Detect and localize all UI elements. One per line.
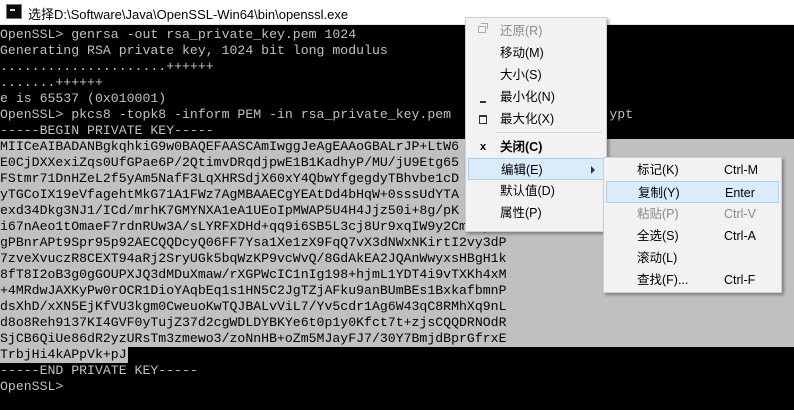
console-line: .......++++++: [0, 75, 103, 90]
console-line: Generating RSA private key, 1024 bit lon…: [0, 43, 388, 58]
edit-submenu: 标记(K) Ctrl-M 复制(Y) Enter 粘贴(P) Ctrl-V 全选…: [603, 157, 782, 293]
minimize-icon: [480, 101, 486, 103]
menu-shortcut: Ctrl-V: [724, 207, 756, 221]
selected-line: dsXhD/xXN5EjKfVU3kgm0CweuoKwTQJBALvViL7/…: [0, 299, 794, 315]
menu-item-label: 默认值(D): [500, 184, 555, 198]
menu-item-label: 移动(M): [500, 46, 544, 60]
menu-item-label: 还原(R): [500, 24, 543, 38]
menu-item-maximize[interactable]: 最大化(X): [468, 108, 604, 130]
menu-item-restore[interactable]: 还原(R): [468, 20, 604, 42]
selected-line: TrbjHi4kAPpVk+pJ: [0, 347, 128, 363]
menu-item-copy[interactable]: 复制(Y) Enter: [606, 181, 779, 203]
menu-item-edit[interactable]: 编辑(E): [468, 158, 604, 180]
menu-item-mark[interactable]: 标记(K) Ctrl-M: [606, 159, 779, 181]
menu-item-close[interactable]: x 关闭(C): [468, 136, 604, 158]
console-line: OpenSSL> genrsa -out rsa_private_key.pem…: [0, 27, 357, 42]
menu-shortcut: Ctrl-F: [724, 273, 756, 287]
menu-item-label: 关闭(C): [500, 140, 543, 154]
menu-item-size[interactable]: 大小(S): [468, 64, 604, 86]
selected-line: d8o8Reh9137KI4GVF0yTujZ37d2cgWDLDYBKYe6t…: [0, 315, 794, 331]
menu-item-label: 大小(S): [500, 68, 542, 82]
menu-separator: [496, 132, 602, 133]
menu-item-label: 粘贴(P): [637, 207, 679, 221]
selected-line: SjCB6QiUe86dR2yzURsTm3zmewo3/zoNnHB+oZm5…: [0, 331, 794, 347]
menu-shortcut: Ctrl-A: [724, 229, 756, 243]
menu-item-paste[interactable]: 粘贴(P) Ctrl-V: [606, 203, 779, 225]
menu-item-scroll[interactable]: 滚动(L): [606, 247, 779, 269]
menu-item-select-all[interactable]: 全选(S) Ctrl-A: [606, 225, 779, 247]
menu-item-label: 复制(Y): [638, 186, 680, 200]
title-bar[interactable]: 选择D:\Software\Java\OpenSSL-Win64\bin\ope…: [0, 0, 794, 25]
console-line: -----BEGIN PRIVATE KEY-----: [0, 123, 214, 138]
system-menu: 还原(R) 移动(M) 大小(S) 最小化(N) 最大化(X) x 关闭(C) …: [465, 17, 607, 232]
menu-item-find[interactable]: 查找(F)... Ctrl-F: [606, 269, 779, 291]
console-line: -----END PRIVATE KEY-----: [0, 363, 198, 378]
menu-item-move[interactable]: 移动(M): [468, 42, 604, 64]
console-line: .....................++++++: [0, 59, 214, 74]
restore-icon: [478, 23, 488, 33]
menu-shortcut: Enter: [725, 186, 755, 200]
menu-item-label: 滚动(L): [637, 251, 678, 265]
menu-item-label: 最大化(X): [500, 112, 555, 126]
menu-item-label: 标记(K): [637, 163, 679, 177]
menu-item-label: 编辑(E): [501, 163, 543, 177]
console-line: e is 65537 (0x010001): [0, 91, 167, 106]
window-title: 选择D:\Software\Java\OpenSSL-Win64\bin\ope…: [28, 7, 349, 22]
close-icon: x: [479, 141, 487, 153]
menu-shortcut: Ctrl-M: [724, 163, 759, 177]
menu-item-label: 查找(F)...: [637, 273, 689, 287]
console-prompt: OpenSSL>: [0, 379, 64, 394]
menu-item-defaults[interactable]: 默认值(D): [468, 180, 604, 202]
maximize-icon: [479, 115, 487, 124]
menu-item-label: 属性(P): [500, 206, 542, 220]
menu-item-minimize[interactable]: 最小化(N): [468, 86, 604, 108]
selected-line: MIICeAIBADANBgkqhkiG9w0BAQEFAASCAmIwggJe…: [0, 139, 794, 155]
menu-item-properties[interactable]: 属性(P): [468, 202, 604, 224]
menu-item-label: 全选(S): [637, 229, 679, 243]
submenu-arrow-icon: [591, 166, 595, 174]
menu-item-label: 最小化(N): [500, 90, 555, 104]
console-app-icon[interactable]: [6, 4, 22, 19]
